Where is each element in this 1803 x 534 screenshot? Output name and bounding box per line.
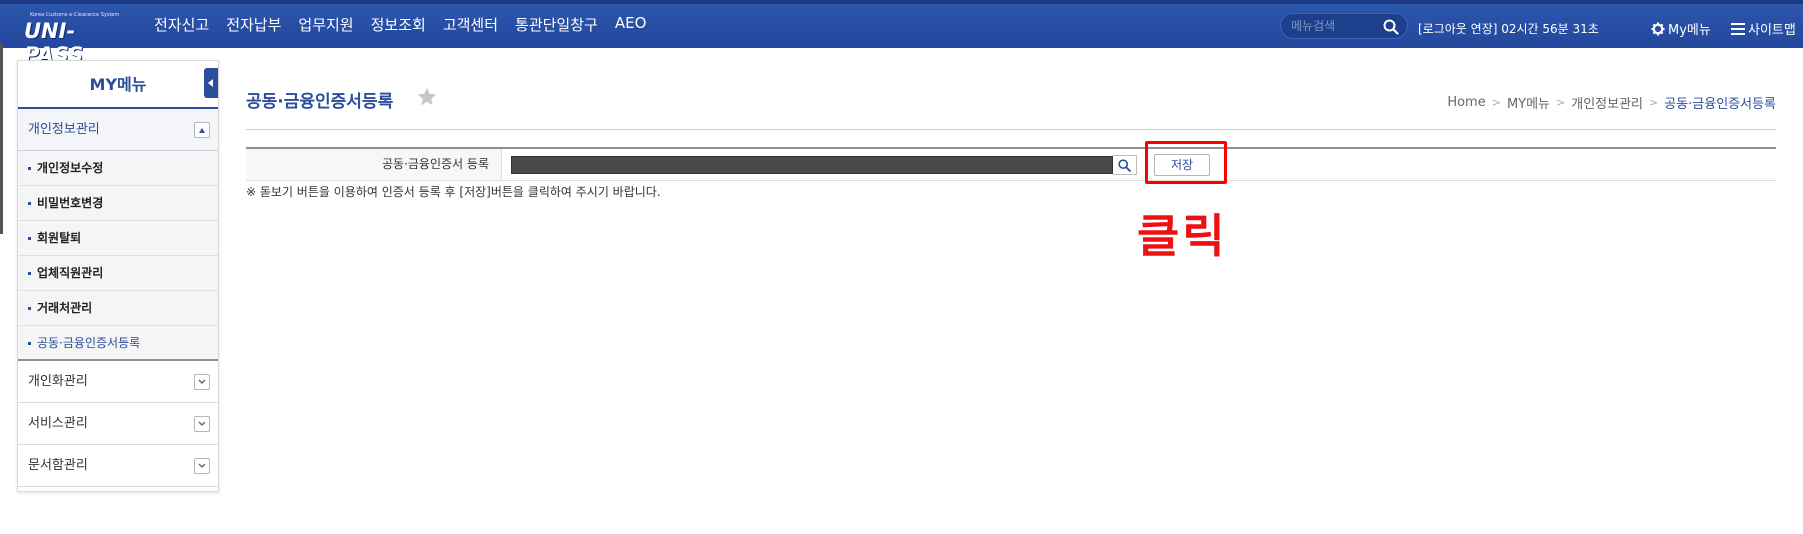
favorite-star-icon[interactable] [416,86,438,108]
expand-down-icon[interactable] [194,458,210,474]
sidebar-item-label: 거래처관리 [37,301,93,315]
nav-item-e-payment[interactable]: 전자납부 [226,14,281,35]
sitemap-button[interactable]: 사이트맵 [1731,19,1796,38]
nav-item-single-window[interactable]: 통관단일창구 [515,14,598,35]
title-divider [246,129,1776,130]
sidebar-group-label: 개인정보관리 [28,122,100,137]
cert-path-field[interactable] [511,156,1113,174]
sidebar-item-label: 개인정보수정 [37,161,104,175]
search-icon[interactable] [1383,19,1399,35]
chevron-right-icon: > [1556,96,1566,109]
nav-item-customer-center[interactable]: 고객센터 [443,14,498,35]
hamburger-icon [1731,22,1745,35]
sidebar-item-edit-profile[interactable]: 개인정보수정 [18,151,218,186]
breadcrumb-home[interactable]: Home [1447,95,1485,110]
page-title: 공동·금융인증서등록 [246,92,394,112]
expand-down-icon[interactable] [194,416,210,432]
nav-item-business-support[interactable]: 업무지원 [298,14,353,35]
gear-icon [1651,22,1665,35]
sidebar-item-staff-management[interactable]: 업체직원관리 [18,256,218,291]
chevron-right-icon: > [1491,96,1501,109]
sidebar-item-label: 업체직원관리 [37,266,104,280]
breadcrumb-personal-info[interactable]: 개인정보관리 [1571,93,1643,112]
window-edge [0,44,3,234]
sidebar-item-cert-registration[interactable]: 공동·금융인증서등록 [18,326,218,361]
sidebar-group-inbox[interactable]: 문서함관리 [18,445,218,487]
breadcrumb-current: 공동·금융인증서등록 [1664,97,1776,112]
magnifier-icon [1118,159,1131,172]
logo-tagline: Korea Customs e-Clearance System [30,12,120,18]
menu-search-input[interactable] [1291,17,1381,35]
nav-item-info-lookup[interactable]: 정보조회 [371,14,426,35]
click-annotation-label: 클릭 [1137,209,1228,263]
sidebar-group-personalization[interactable]: 개인화관리 [18,361,218,403]
chevron-right-icon: > [1649,96,1659,109]
sidebar-item-client-management[interactable]: 거래처관리 [18,291,218,326]
nav-item-e-declaration[interactable]: 전자신고 [154,14,209,35]
sidebar-header: MY메뉴 [18,61,218,109]
expand-down-icon[interactable] [194,374,210,390]
menu-search-box [1280,13,1408,39]
sidebar-item-label: 공동·금융인증서등록 [37,336,141,350]
cert-field-label: 공동·금융인증서 등록 [246,149,502,180]
cert-registration-row: 공동·금융인증서 등록 저장 [246,147,1776,181]
sidebar-group-label: 문서함관리 [28,458,88,473]
unipass-logo[interactable]: Korea Customs e-Clearance System UNI-PAS… [22,12,124,67]
sidebar-title: MY메뉴 [89,75,147,94]
top-nav-bar: Korea Customs e-Clearance System UNI-PAS… [0,0,1803,67]
global-nav: 전자신고 전자납부 업무지원 정보조회 고객센터 통관단일창구 AEO [154,14,663,35]
sitemap-label: 사이트맵 [1748,23,1796,38]
sidebar-group-personal-info[interactable]: 개인정보관리 [18,109,218,151]
cert-search-button[interactable] [1113,155,1137,175]
sidebar-item-withdraw[interactable]: 회원탈퇴 [18,221,218,256]
sidebar-group-label: 개인화관리 [28,374,88,389]
collapse-up-icon[interactable] [194,122,210,138]
mymenu-button[interactable]: My메뉴 [1651,19,1711,38]
sidebar-item-label: 회원탈퇴 [37,231,82,245]
sidebar-group-label: 서비스관리 [28,416,88,431]
nav-item-aeo[interactable]: AEO [615,14,647,35]
left-sidebar: MY메뉴 개인정보관리 개인정보수정 비밀번호변경 회원탈퇴 업체직원관리 거래… [17,60,219,492]
session-timer[interactable]: [로그아웃 연장] 02시간 56분 31초 [1418,20,1599,37]
sidebar-item-change-password[interactable]: 비밀번호변경 [18,186,218,221]
sidebar-item-label: 비밀번호변경 [37,196,104,210]
click-highlight-box [1145,141,1227,184]
instruction-notice: ※ 돋보기 버튼을 이용하여 인증서 등록 후 [저장]버튼을 클릭하여 주시기… [246,185,661,199]
breadcrumb-mymenu[interactable]: MY메뉴 [1507,93,1550,112]
sidebar-group-services[interactable]: 서비스관리 [18,403,218,445]
breadcrumb: Home > MY메뉴 > 개인정보관리 > 공동·금융인증서등록 [1447,93,1776,112]
sidebar-collapse-toggle[interactable] [204,68,218,98]
mymenu-label: My메뉴 [1668,23,1711,38]
